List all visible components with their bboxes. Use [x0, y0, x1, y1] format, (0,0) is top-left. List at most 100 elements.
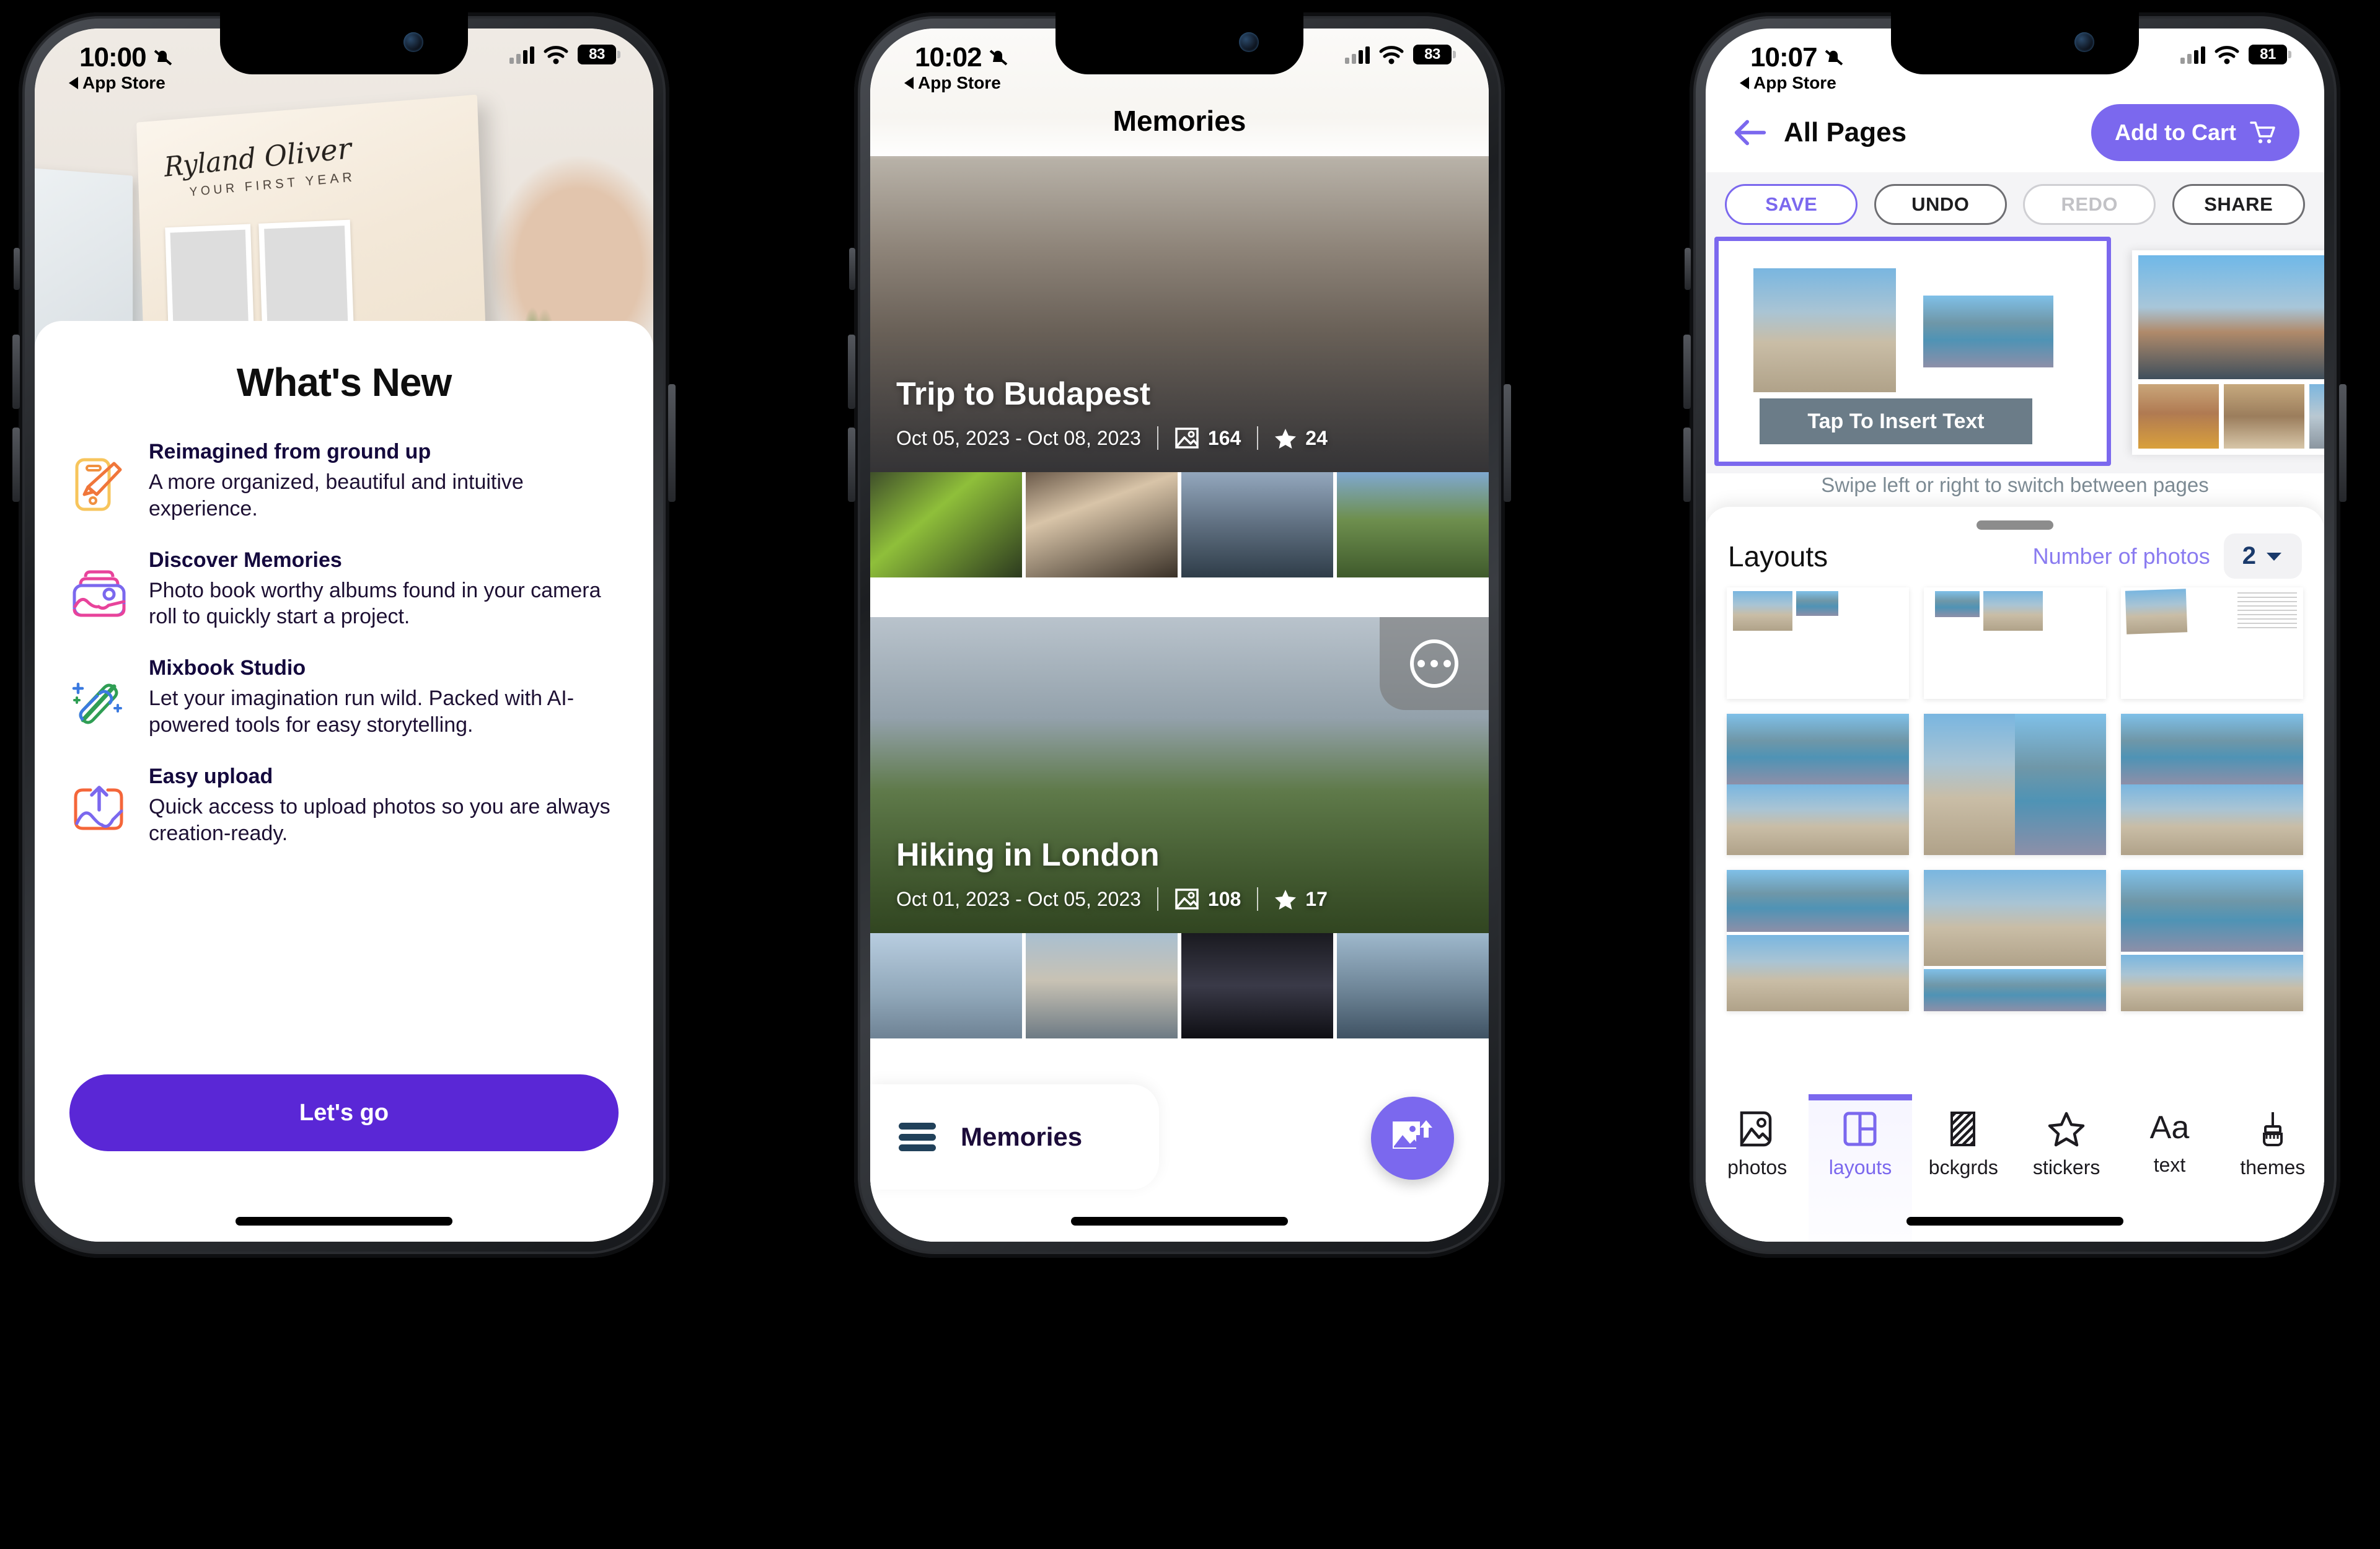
star-icon	[1275, 890, 1297, 910]
memories-bottom-bar[interactable]: Memories	[870, 1084, 1159, 1190]
memory-thumbnail[interactable]	[1181, 472, 1333, 577]
feature-item: Easy upload Quick access to upload photo…	[69, 765, 619, 847]
page-photo[interactable]	[1923, 296, 2053, 367]
memory-thumbnail-strip[interactable]	[870, 933, 1489, 1038]
feature-item: Discover Memories Photo book worthy albu…	[69, 548, 619, 631]
page-canvas-area[interactable]: Tap To Insert Text	[1706, 237, 2324, 473]
page-photo	[2138, 384, 2219, 449]
layout-option[interactable]	[2121, 714, 2303, 855]
layouts-icon	[1843, 1112, 1877, 1146]
memory-thumbnail[interactable]	[1026, 933, 1178, 1038]
save-button[interactable]: SAVE	[1725, 184, 1858, 225]
page-photo	[2309, 384, 2324, 449]
volume-down-button[interactable]	[848, 428, 855, 502]
memory-title: Trip to Budapest	[896, 376, 1151, 412]
volume-up-button[interactable]	[1683, 335, 1691, 409]
feature-heading: Discover Memories	[149, 548, 342, 572]
feature-heading: Mixbook Studio	[149, 656, 306, 680]
page-title: Memories	[1113, 105, 1246, 137]
memory-title: Hiking in London	[896, 837, 1160, 873]
photo-icon	[1175, 428, 1199, 449]
volume-down-button[interactable]	[1683, 428, 1691, 502]
tab-label: stickers	[2032, 1156, 2100, 1178]
memory-thumbnail[interactable]	[1181, 933, 1333, 1038]
layout-option[interactable]	[2121, 870, 2303, 1011]
memory-thumbnail[interactable]	[870, 472, 1022, 577]
memory-thumbnail[interactable]	[1026, 472, 1178, 577]
add-to-cart-label: Add to Cart	[2115, 120, 2236, 145]
page-title: All Pages	[1784, 117, 1907, 147]
layout-option[interactable]	[1727, 587, 1909, 699]
page-photo	[2138, 255, 2324, 379]
layouts-grid[interactable]	[1706, 579, 2324, 1011]
memory-more-options-button[interactable]	[1380, 617, 1489, 710]
insert-text-placeholder[interactable]: Tap To Insert Text	[1760, 398, 2032, 444]
home-indicator	[236, 1217, 452, 1226]
tab-photos[interactable]: photos	[1706, 1094, 1809, 1242]
memory-thumbnail[interactable]	[1337, 933, 1489, 1038]
sheet-drag-handle[interactable]	[1977, 520, 2053, 530]
memory-thumbnail[interactable]	[1337, 472, 1489, 577]
layout-option[interactable]	[2121, 587, 2303, 699]
magic-wand-sparkle-icon	[69, 671, 129, 731]
memory-card[interactable]: Trip to Budapest Oct 05, 2023 - Oct 08, …	[870, 156, 1489, 577]
memory-cover-photo[interactable]: Trip to Budapest Oct 05, 2023 - Oct 08, …	[870, 156, 1489, 472]
layout-option[interactable]	[1924, 587, 2106, 699]
memory-date-range: Oct 01, 2023 - Oct 05, 2023	[896, 887, 1141, 910]
share-button[interactable]: SHARE	[2172, 184, 2305, 225]
memory-cover-photo[interactable]: Hiking in London Oct 01, 2023 - Oct 05, …	[870, 617, 1489, 933]
front-camera-icon	[1239, 32, 1259, 52]
tab-label: photos	[1727, 1156, 1787, 1178]
back-to-app-store-link[interactable]: App Store	[1738, 73, 1836, 93]
favorite-count: 24	[1274, 427, 1328, 450]
memory-thumbnail-strip[interactable]	[870, 472, 1489, 577]
phone-1-screen: Ryland Oliver YOUR FIRST YEAR What's New	[35, 29, 653, 1242]
volume-down-button[interactable]	[12, 428, 20, 502]
swipe-hint-text: Swipe left or right to switch between pa…	[1821, 473, 2209, 496]
layout-option[interactable]	[1924, 714, 2106, 855]
power-button[interactable]	[1504, 384, 1511, 502]
number-of-photos-select[interactable]: 2	[2223, 533, 2302, 579]
current-page-selected[interactable]: Tap To Insert Text	[1714, 237, 2111, 466]
tab-label: text	[2153, 1154, 2186, 1176]
volume-up-button[interactable]	[848, 335, 855, 409]
memory-card[interactable]: Hiking in London Oct 01, 2023 - Oct 05, …	[870, 617, 1489, 1038]
mute-switch[interactable]	[14, 248, 20, 290]
notch	[1056, 12, 1303, 74]
mute-switch[interactable]	[849, 248, 855, 290]
lets-go-button[interactable]: Let's go	[69, 1074, 619, 1151]
tab-label: layouts	[1828, 1156, 1892, 1178]
hamburger-menu-icon[interactable]	[899, 1123, 936, 1151]
page-photo[interactable]	[1753, 268, 1896, 392]
volume-up-button[interactable]	[12, 335, 20, 409]
power-button[interactable]	[668, 384, 676, 502]
photo-count: 164	[1175, 427, 1241, 450]
tab-themes[interactable]: themes	[2221, 1094, 2324, 1242]
tab-label: themes	[2240, 1156, 2306, 1178]
add-to-cart-button[interactable]: Add to Cart	[2091, 104, 2299, 161]
star-outline-icon	[2048, 1112, 2085, 1147]
upload-photo-fab[interactable]	[1371, 1097, 1454, 1180]
feature-item: Reimagined from ground up A more organiz…	[69, 440, 619, 522]
tab-text[interactable]: Aa text	[2118, 1094, 2221, 1242]
battery-indicator: 81	[2249, 45, 2291, 64]
layout-option[interactable]	[1924, 870, 2106, 1011]
memories-scroll-list[interactable]: Trip to Budapest Oct 05, 2023 - Oct 08, …	[870, 156, 1489, 1242]
screenshot-stage: Ryland Oliver YOUR FIRST YEAR What's New	[0, 0, 2380, 1549]
arrow-left-icon[interactable]	[1730, 113, 1769, 152]
next-page-preview[interactable]	[2132, 250, 2324, 455]
tab-label: bckgrds	[1928, 1156, 1998, 1178]
cellular-icon	[2180, 45, 2205, 64]
layouts-panel-header: Layouts Number of photos 2	[1706, 530, 2324, 579]
undo-button[interactable]: UNDO	[1874, 184, 2007, 225]
layout-option[interactable]	[1727, 714, 1909, 855]
mute-switch[interactable]	[1685, 248, 1691, 290]
feature-heading: Easy upload	[149, 764, 273, 788]
tab-layouts[interactable]: layouts	[1809, 1094, 1912, 1242]
photos-icon	[1740, 1111, 1772, 1147]
memory-thumbnail[interactable]	[870, 933, 1022, 1038]
feature-item: Mixbook Studio Let your imagination run …	[69, 656, 619, 739]
ellipsis-icon	[1410, 639, 1458, 688]
layout-option[interactable]	[1727, 870, 1909, 1011]
power-button[interactable]	[2339, 384, 2347, 502]
